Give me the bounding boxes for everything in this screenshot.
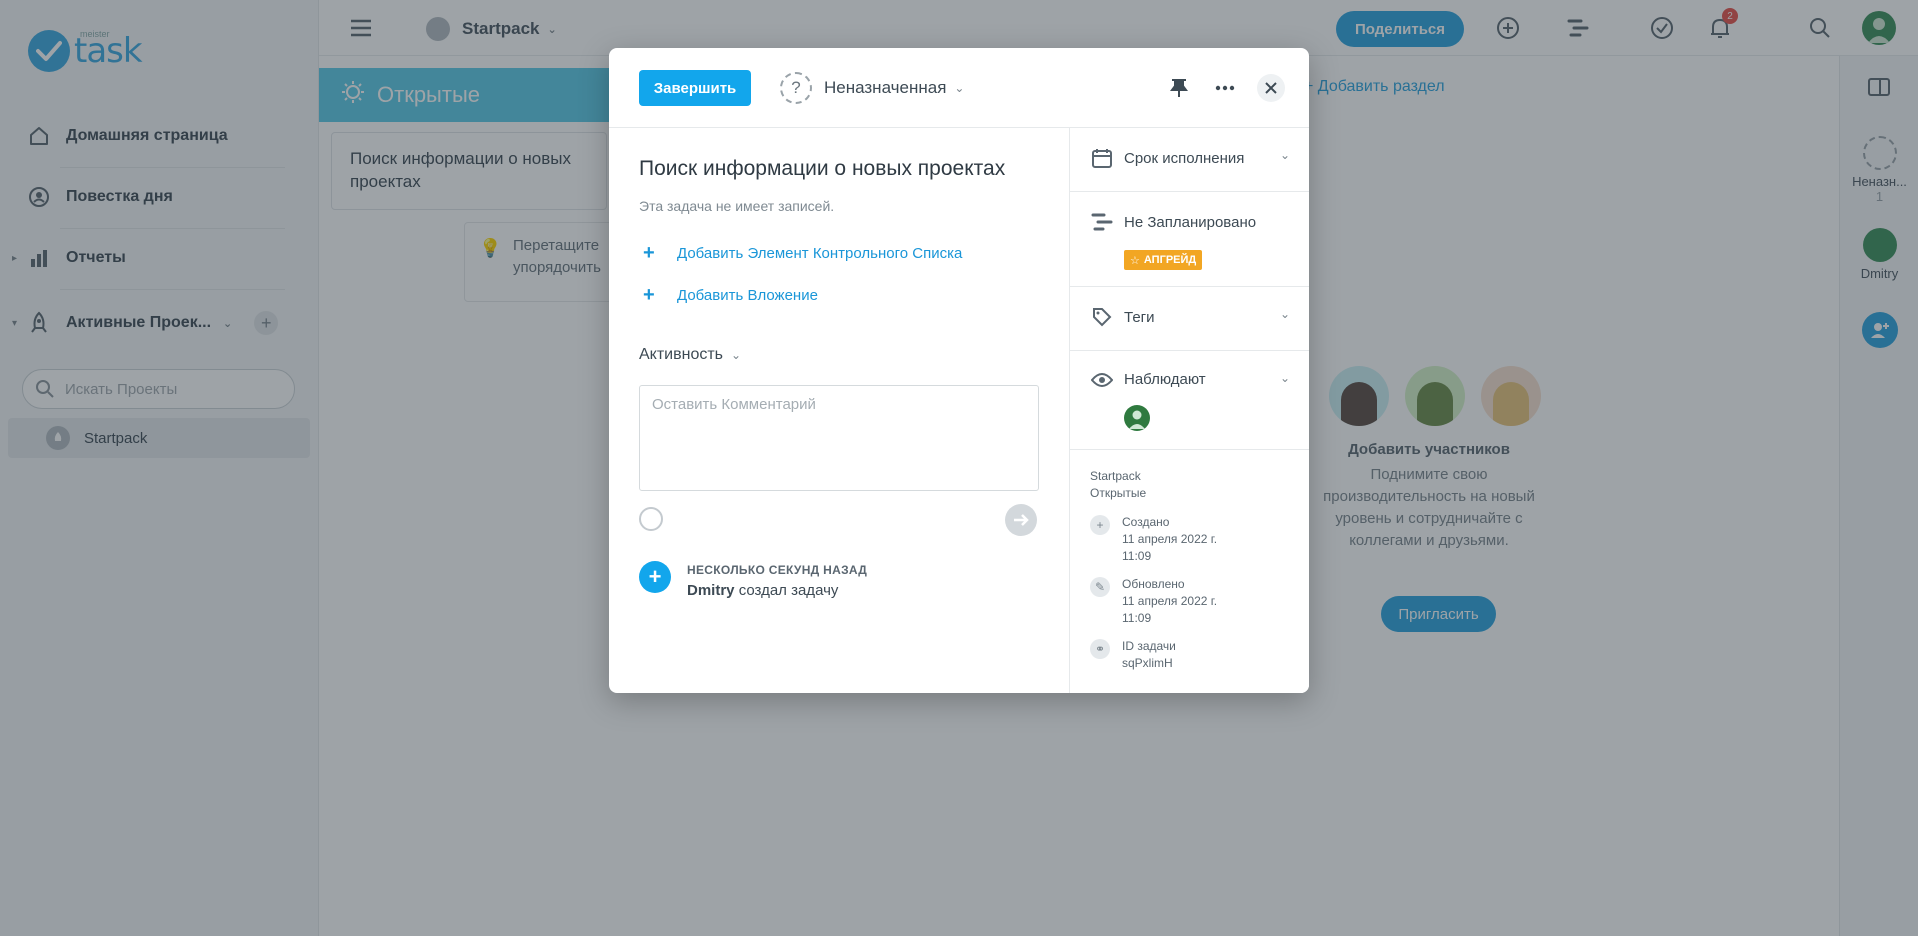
watcher-avatar[interactable] <box>1124 405 1150 431</box>
activity-time: НЕСКОЛЬКО СЕКУНД НАЗАД <box>687 563 868 577</box>
upgrade-badge[interactable]: ☆ АПГРЕЙД <box>1124 250 1203 270</box>
chevron-down-icon: ⌄ <box>1279 371 1290 385</box>
chevron-down-icon: ⌄ <box>1279 307 1290 321</box>
activity-user: Dmitry <box>687 582 735 599</box>
tags-row[interactable]: Теги ⌄ <box>1070 287 1309 351</box>
updated-date: 11 апреля 2022 г. <box>1122 594 1218 608</box>
add-checklist-label: Добавить Элемент Контрольного Списка <box>677 245 963 262</box>
task-id-value: sqPxlimH <box>1122 656 1173 670</box>
plus-circle-icon: + <box>1090 515 1110 535</box>
created-time: 11:09 <box>1122 549 1152 563</box>
created-info: + Создано 11 апреля 2022 г. 11:09 <box>1090 514 1217 565</box>
schedule-row[interactable]: Не Запланировано ☆ АПГРЕЙД <box>1070 192 1309 287</box>
question-icon: ? <box>780 72 812 104</box>
send-button[interactable] <box>1005 504 1037 536</box>
add-attachment-label: Добавить Вложение <box>677 287 818 304</box>
watchers-row[interactable]: Наблюдают ⌄ <box>1070 351 1309 450</box>
timeline-icon <box>1090 212 1114 232</box>
star-icon: ☆ <box>1130 254 1140 267</box>
comment-placeholder: Оставить Комментарий <box>652 396 816 413</box>
created-date: 11 апреля 2022 г. <box>1122 532 1218 546</box>
emoji-icon[interactable] <box>639 507 663 531</box>
activity-plus-icon: + <box>639 561 671 593</box>
calendar-icon <box>1090 148 1114 168</box>
task-title[interactable]: Поиск информации о новых проектах <box>639 157 1005 181</box>
comment-input[interactable]: Оставить Комментарий <box>639 385 1039 491</box>
tags-label: Теги <box>1124 308 1155 326</box>
task-id-label: ID задачи <box>1122 639 1176 653</box>
tag-icon <box>1090 307 1114 327</box>
task-sidebar: Срок исполнения ⌄ Не Запланировано ☆ АПГР… <box>1069 128 1309 693</box>
task-details: Поиск информации о новых проектах Эта за… <box>609 128 1069 693</box>
link-icon: ⚭ <box>1090 639 1110 659</box>
meta-project[interactable]: Startpack <box>1090 469 1141 483</box>
modal-header: Завершить ? Неназначенная ⌄ <box>609 48 1309 128</box>
arrow-right-icon <box>1014 514 1029 526</box>
updated-label: Обновлено <box>1122 577 1185 591</box>
activity-action: создал задачу <box>738 582 839 599</box>
schedule-label: Не Запланировано <box>1124 213 1257 231</box>
upgrade-label: АПГРЕЙД <box>1143 254 1197 266</box>
chevron-down-icon: ⌄ <box>731 348 742 362</box>
activity-label: Активность <box>639 346 724 363</box>
due-date-row[interactable]: Срок исполнения ⌄ <box>1070 128 1309 192</box>
watchers-label: Наблюдают <box>1124 371 1206 388</box>
task-modal: Завершить ? Неназначенная ⌄ Поиск информ… <box>609 48 1309 693</box>
complete-button[interactable]: Завершить <box>639 70 751 106</box>
due-date-label: Срок исполнения <box>1124 149 1245 167</box>
close-icon[interactable] <box>1257 74 1285 102</box>
plus-icon: + <box>643 242 655 264</box>
activity-entry: Dmitry создал задачу <box>687 582 838 599</box>
task-notes[interactable]: Эта задача не имеет записей. <box>639 198 834 214</box>
chevron-down-icon: ⌄ <box>1279 148 1290 162</box>
plus-icon: + <box>643 284 655 306</box>
eye-icon <box>1090 372 1114 388</box>
pin-icon[interactable] <box>1165 74 1193 102</box>
pencil-icon: ✎ <box>1090 577 1110 597</box>
assignee-label: Неназначенная <box>824 78 947 97</box>
assignee-dropdown[interactable]: ? Неназначенная ⌄ <box>780 70 964 106</box>
meta-section[interactable]: Открытые <box>1090 486 1146 500</box>
chevron-down-icon: ⌄ <box>954 81 965 95</box>
created-label: Создано <box>1122 515 1170 529</box>
task-id-info[interactable]: ⚭ ID задачи sqPxlimH <box>1090 638 1176 672</box>
updated-info: ✎ Обновлено 11 апреля 2022 г. 11:09 <box>1090 576 1217 627</box>
activity-filter[interactable]: Активность ⌄ <box>639 346 741 364</box>
add-checklist-button[interactable]: + Добавить Элемент Контрольного Списка <box>643 242 962 265</box>
more-icon[interactable] <box>1211 74 1239 102</box>
add-attachment-button[interactable]: + Добавить Вложение <box>643 284 818 307</box>
updated-time: 11:09 <box>1122 611 1152 625</box>
